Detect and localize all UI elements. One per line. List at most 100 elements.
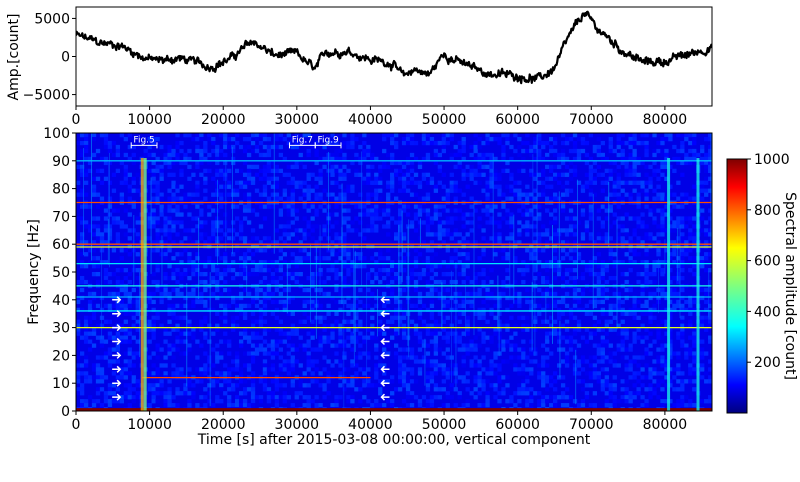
spectrogram-cell xyxy=(680,252,685,257)
spectrogram-cell xyxy=(405,387,411,392)
spectrogram-cell xyxy=(656,335,661,340)
spectrogram-cell xyxy=(346,399,351,404)
spectrogram-cell xyxy=(513,355,518,360)
spectrogram-cell xyxy=(596,319,602,324)
spectrogram-cell xyxy=(568,232,574,237)
spectrogram-cell xyxy=(83,192,89,197)
spectrogram-cell xyxy=(346,184,351,189)
spectrogram-cell xyxy=(215,371,220,376)
spectrogram-cell xyxy=(604,311,609,316)
spectrogram-cell xyxy=(199,319,204,324)
waveform-panel: 0 10000 20000 30000 40000 50000 60000 70000 8000… xyxy=(6,6,713,128)
spectrogram-cell xyxy=(322,339,327,344)
spectrogram-cell xyxy=(354,228,359,233)
spectrogram-cell xyxy=(517,196,522,201)
spectrogram-cell xyxy=(505,319,510,324)
spectrogram-cell xyxy=(509,212,514,217)
spectrogram-cell xyxy=(370,228,375,233)
spectrogram-cell xyxy=(342,232,347,237)
spectrogram-cell xyxy=(207,355,212,360)
spectrogram-cell xyxy=(616,164,621,170)
spectrogram-cell xyxy=(584,391,590,396)
spectrogram-cell xyxy=(294,359,299,364)
spectrogram-cell xyxy=(405,204,411,209)
spectrogram-cell xyxy=(195,192,200,197)
spectrogram-cell xyxy=(370,279,375,285)
spectrogram-cell xyxy=(286,232,291,237)
spectrogram-cell xyxy=(469,359,474,364)
spectrogram-cell xyxy=(266,168,272,174)
spectrogram-cell xyxy=(644,164,649,170)
spectrogram-cell xyxy=(191,136,196,142)
spectrogram-cell xyxy=(485,275,490,281)
spectrogram-cell xyxy=(127,184,132,189)
spectrogram-cell xyxy=(692,196,697,201)
spectrogram-cell xyxy=(354,136,359,142)
spectrogram-cell xyxy=(378,331,383,336)
spectrogram-cell xyxy=(493,176,498,181)
spectrogram-cell xyxy=(473,172,478,177)
spectrogram-cell xyxy=(656,355,661,360)
spectrogram-cell xyxy=(330,343,335,348)
spectrogram-cell xyxy=(115,220,121,225)
spectrogram-cell xyxy=(274,379,280,384)
spectrogram-cell xyxy=(481,367,486,372)
spectrogram-cell xyxy=(445,287,450,293)
spectrogram-cell xyxy=(553,331,558,336)
spectrogram-cell xyxy=(564,172,570,177)
spectrogram-cell xyxy=(429,315,435,320)
spectrogram-cell xyxy=(525,403,530,408)
spectrogram-cell xyxy=(135,395,140,400)
spectrogram-cell xyxy=(155,216,160,221)
spectrogram-cell xyxy=(553,164,558,170)
spectrogram-cell xyxy=(600,311,605,316)
spectrogram-cell xyxy=(620,399,625,404)
spectrogram-cell xyxy=(119,375,124,380)
spectrogram-cell xyxy=(314,403,319,408)
spectrogram-cell xyxy=(568,176,574,181)
spectrogram-cell xyxy=(485,379,490,384)
spectrogram-cell xyxy=(314,347,319,352)
spectrogram-cell xyxy=(258,264,264,269)
spectrogram-cell xyxy=(469,152,474,158)
spectrogram-cell xyxy=(684,136,689,142)
spectrogram-cell xyxy=(421,343,427,348)
spectrogram-cell xyxy=(497,224,502,229)
spectrogram-cell xyxy=(338,371,343,376)
spectrogram-cell xyxy=(445,375,450,380)
spectrogram-cell xyxy=(457,188,462,193)
spectrogram-cell xyxy=(270,367,276,372)
spectrogram-cell xyxy=(465,343,470,348)
spectrogram-cell xyxy=(525,148,530,154)
spectrogram-cell xyxy=(207,367,212,372)
spectrogram-cell xyxy=(235,188,240,193)
spectrogram-cell xyxy=(405,133,411,138)
spectrogram-cell xyxy=(334,399,339,404)
spectrogram-cell xyxy=(366,212,371,217)
spectrogram-cell xyxy=(394,275,399,281)
spectrogram-cell xyxy=(306,204,311,209)
spectrogram-cell xyxy=(374,403,379,408)
spectrogram-cell xyxy=(568,136,574,142)
spectrogram-cell xyxy=(163,399,168,404)
spectrogram-cell xyxy=(660,403,665,408)
spectrogram-cell xyxy=(461,375,466,380)
spectrogram-cell xyxy=(358,331,363,336)
spectrogram-cell xyxy=(83,279,89,285)
spectrogram-cell xyxy=(171,275,176,281)
spectrogram-cell xyxy=(394,343,399,348)
spectrogram-cell xyxy=(227,387,232,392)
spectrogram-cell xyxy=(147,403,152,408)
spectrogram-cell xyxy=(151,383,156,388)
spectrogram-cell xyxy=(382,331,387,336)
spectrogram-cell xyxy=(576,136,582,142)
spectrogram-cell xyxy=(680,204,685,209)
spectrogram-cell xyxy=(580,335,586,340)
spectrogram-cell xyxy=(437,224,443,229)
spectrogram-cell xyxy=(246,208,252,213)
spectrogram-cell xyxy=(684,236,689,241)
spectrogram-cell xyxy=(401,371,407,376)
spectrogram-cell xyxy=(119,268,124,273)
spectrogram-cell xyxy=(155,379,160,384)
spectrogram-cell xyxy=(250,403,256,408)
